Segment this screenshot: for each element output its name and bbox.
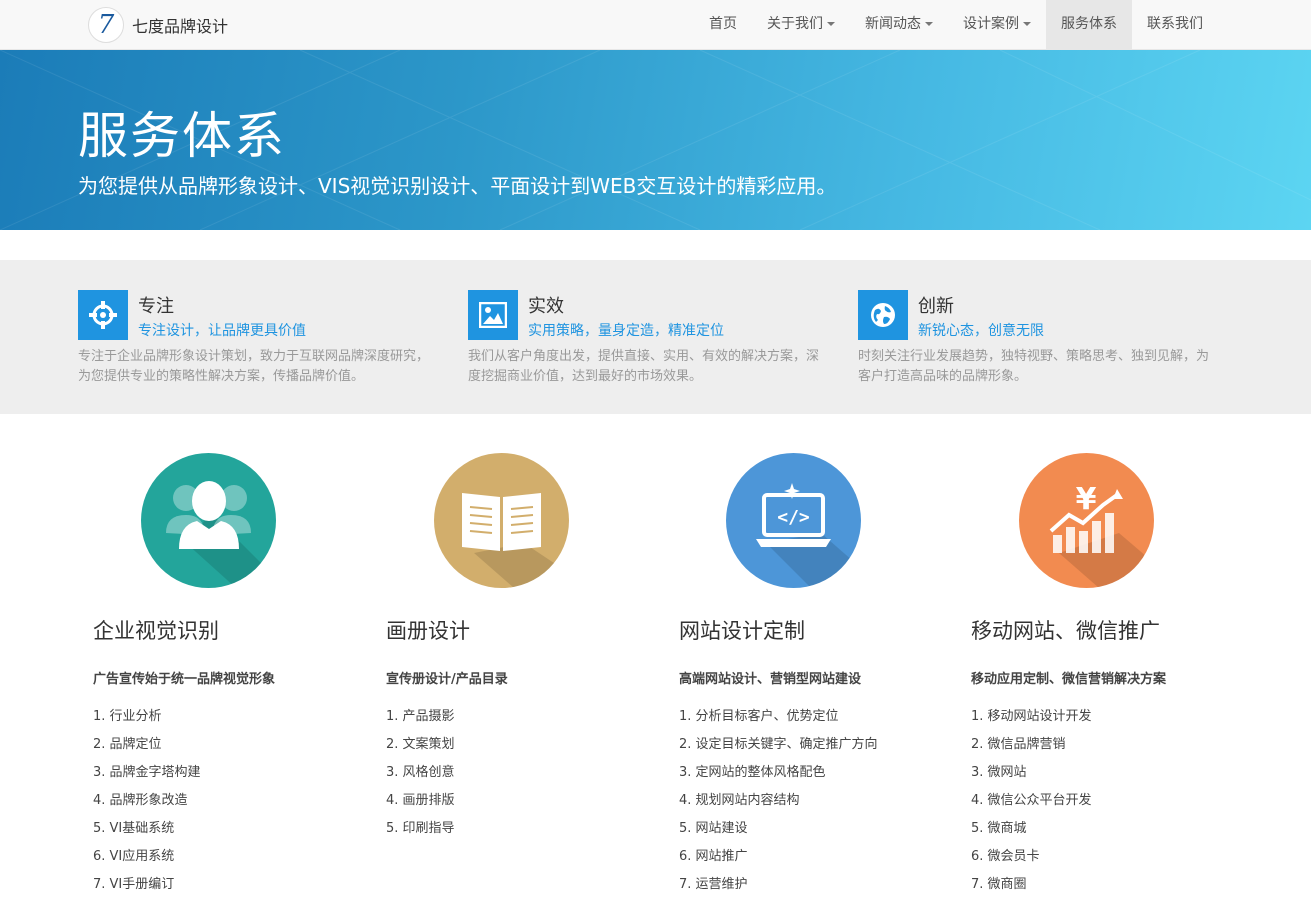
service-list: 1. 产品摄影 2. 文案策划 3. 风格创意 4. 画册排版 5. 印刷指导	[386, 703, 455, 843]
list-item: 2. 品牌定位	[93, 737, 162, 752]
list-item: 1. 行业分析	[93, 709, 162, 724]
nav-home[interactable]: 首页	[694, 0, 752, 49]
list-item: 2. 微信品牌营销	[971, 737, 1066, 752]
hero-banner: 服务体系 为您提供从品牌形象设计、VIS视觉识别设计、平面设计到WEB交互设计的…	[0, 50, 1311, 230]
list-item: 7. 运营维护	[679, 877, 748, 892]
top-navbar: 7 七度品牌设计 首页 关于我们 新闻动态 设计案例 服务体系 联系我们	[0, 0, 1311, 50]
users-icon	[141, 453, 276, 588]
service-title: 企业视觉识别	[93, 619, 219, 643]
list-item: 4. 品牌形象改造	[93, 793, 188, 808]
nav-contact[interactable]: 联系我们	[1132, 0, 1218, 49]
list-item: 5. 印刷指导	[386, 821, 455, 836]
feature-title: 实效	[528, 296, 564, 317]
caret-down-icon	[1023, 22, 1031, 26]
service-title: 画册设计	[386, 619, 470, 643]
list-item: 6. 网站推广	[679, 849, 748, 864]
feature-description: 专注于企业品牌形象设计策划，致力于互联网品牌深度研究，为您提供专业的策略性解决方…	[78, 349, 430, 384]
service-subtitle: 广告宣传始于统一品牌视觉形象	[93, 672, 276, 687]
features-strip: 专注 专注设计，让品牌更具价值 专注于企业品牌形象设计策划，致力于互联网品牌深度…	[0, 260, 1311, 414]
list-item: 3. 定网站的整体风格配色	[679, 765, 826, 780]
service-title: 网站设计定制	[679, 619, 805, 643]
brand-logo-icon: 7	[88, 7, 124, 43]
service-subtitle: 宣传册设计/产品目录	[386, 672, 508, 687]
feature-subtitle: 新锐心态，创意无限	[918, 323, 1044, 339]
service-list: 1. 分析目标客户、优势定位 2. 设定目标关键字、确定推广方向 3. 定网站的…	[679, 703, 878, 899]
main-nav: 首页 关于我们 新闻动态 设计案例 服务体系 联系我们	[694, 0, 1218, 49]
book-icon	[434, 453, 569, 588]
feature-subtitle: 实用策略，量身定造，精准定位	[528, 323, 724, 339]
caret-down-icon	[827, 22, 835, 26]
feature-title: 专注	[138, 296, 174, 317]
service-title: 移动网站、微信推广	[971, 619, 1160, 643]
page-subtitle: 为您提供从品牌形象设计、VIS视觉识别设计、平面设计到WEB交互设计的精彩应用。	[78, 174, 837, 198]
list-item: 7. 微商圈	[971, 877, 1027, 892]
list-item: 4. 画册排版	[386, 793, 455, 808]
list-item: 5. 微商城	[971, 821, 1027, 836]
laptop-code-icon: </>	[726, 453, 861, 588]
list-item: 2. 设定目标关键字、确定推广方向	[679, 737, 878, 752]
svg-text:</>: </>	[777, 507, 810, 528]
nav-services[interactable]: 服务体系	[1046, 0, 1132, 49]
list-item: 3. 品牌金字塔构建	[93, 765, 201, 780]
feature-title: 创新	[918, 296, 954, 317]
nav-cases[interactable]: 设计案例	[948, 0, 1046, 49]
service-list: 1. 移动网站设计开发 2. 微信品牌营销 3. 微网站 4. 微信公众平台开发…	[971, 703, 1092, 899]
list-item: 7. VI手册编订	[93, 877, 175, 892]
list-item: 3. 风格创意	[386, 765, 455, 780]
service-subtitle: 移动应用定制、微信营销解决方案	[971, 672, 1167, 687]
picture-icon	[468, 290, 518, 340]
crosshair-icon	[78, 290, 128, 340]
nav-news[interactable]: 新闻动态	[850, 0, 948, 49]
service-list: 1. 行业分析 2. 品牌定位 3. 品牌金字塔构建 4. 品牌形象改造 5. …	[93, 703, 201, 899]
list-item: 5. 网站建设	[679, 821, 748, 836]
service-subtitle: 高端网站设计、营销型网站建设	[679, 672, 862, 687]
nav-about[interactable]: 关于我们	[752, 0, 850, 49]
brand-link[interactable]: 7 七度品牌设计	[88, 6, 228, 44]
list-item: 2. 文案策划	[386, 737, 455, 752]
list-item: 6. VI应用系统	[93, 849, 175, 864]
list-item: 4. 规划网站内容结构	[679, 793, 800, 808]
list-item: 6. 微会员卡	[971, 849, 1040, 864]
feature-subtitle: 专注设计，让品牌更具价值	[138, 323, 306, 339]
caret-down-icon	[925, 22, 933, 26]
globe-icon	[858, 290, 908, 340]
yen-chart-icon: ¥	[1019, 453, 1154, 588]
feature-description: 我们从客户角度出发，提供直接、实用、有效的解决方案，深度挖掘商业价值，达到最好的…	[468, 349, 820, 384]
list-item: 3. 微网站	[971, 765, 1027, 780]
list-item: 5. VI基础系统	[93, 821, 175, 836]
list-item: 1. 移动网站设计开发	[971, 709, 1092, 724]
brand-name: 七度品牌设计	[132, 17, 229, 36]
list-item: 1. 产品摄影	[386, 709, 455, 724]
feature-description: 时刻关注行业发展趋势，独特视野、策略思考、独到见解，为客户打造高品味的品牌形象。	[858, 349, 1210, 384]
list-item: 1. 分析目标客户、优势定位	[679, 709, 839, 724]
page-title: 服务体系	[78, 107, 286, 165]
list-item: 4. 微信公众平台开发	[971, 793, 1092, 808]
